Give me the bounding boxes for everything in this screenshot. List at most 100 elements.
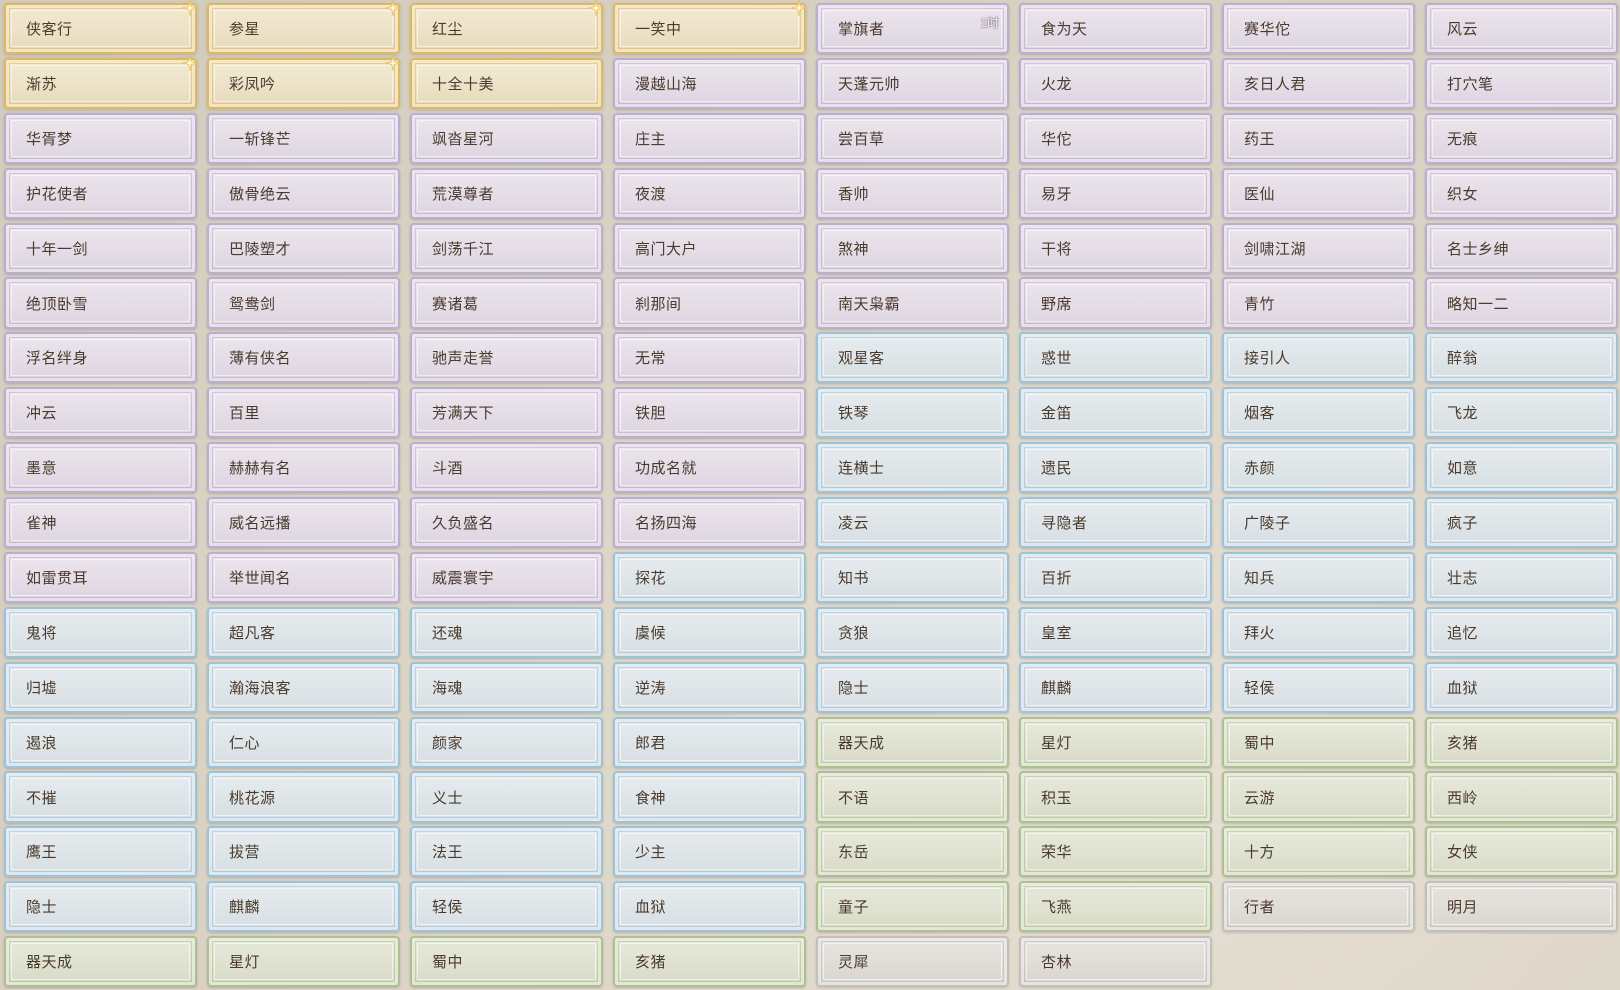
title-card[interactable]: 功成名就 (613, 442, 806, 494)
title-card[interactable]: 十全十美 (410, 57, 603, 109)
title-card[interactable]: 威震寰宇 (410, 551, 603, 603)
title-card[interactable]: 遏浪 (4, 716, 197, 768)
title-card[interactable]: 醉翁 (1425, 332, 1618, 384)
title-card[interactable]: 拔营 (207, 826, 400, 878)
title-card[interactable]: 蜀中 (410, 936, 603, 988)
title-card[interactable]: 归墟 (4, 661, 197, 713)
title-card[interactable]: 探花 (613, 551, 806, 603)
title-card[interactable]: 桃花源 (207, 771, 400, 823)
title-card[interactable]: 颜家 (410, 716, 603, 768)
title-card[interactable]: 荣华 (1019, 826, 1212, 878)
title-card[interactable]: 华胥梦 (4, 112, 197, 164)
title-card[interactable]: 隐士 (4, 881, 197, 933)
title-card[interactable]: 久负盛名 (410, 497, 603, 549)
title-card[interactable]: 广陵子 (1222, 497, 1415, 549)
title-card[interactable]: 名士乡绅 (1425, 222, 1618, 274)
title-card[interactable]: 血狱 (613, 881, 806, 933)
title-card[interactable]: 冲云 (4, 387, 197, 439)
title-card[interactable]: 追忆 (1425, 606, 1618, 658)
title-card[interactable]: 一笑中 (613, 0, 808, 55)
title-card[interactable]: 还魂 (410, 606, 603, 658)
title-card[interactable]: 壮志 (1425, 551, 1618, 603)
title-card[interactable]: 百折 (1019, 551, 1212, 603)
title-card[interactable]: 夜渡 (613, 167, 806, 219)
title-card[interactable]: 超凡客 (207, 606, 400, 658)
title-card[interactable]: 寻隐者 (1019, 497, 1212, 549)
title-card[interactable]: 仁心 (207, 716, 400, 768)
title-card[interactable]: 连横士 (816, 442, 1009, 494)
title-card[interactable]: 煞神 (816, 222, 1009, 274)
title-card[interactable]: 庄主 (613, 112, 806, 164)
title-card[interactable]: 亥日人君 (1222, 57, 1415, 109)
title-card[interactable]: 贪狼 (816, 606, 1009, 658)
title-card[interactable]: 女侠 (1425, 826, 1618, 878)
title-card[interactable]: 荒漠尊者 (410, 167, 603, 219)
title-card[interactable]: 疯子 (1425, 497, 1618, 549)
title-card[interactable]: 绝顶卧雪 (4, 277, 197, 329)
title-card[interactable]: 海魂 (410, 661, 603, 713)
title-card[interactable]: 赤颜 (1222, 442, 1415, 494)
title-card[interactable]: 星灯 (1019, 716, 1212, 768)
title-card[interactable]: 野席 (1019, 277, 1212, 329)
title-card[interactable]: 侠客行 (4, 0, 199, 55)
title-card[interactable]: 赛华佗 (1222, 3, 1415, 55)
title-card[interactable]: 如雷贯耳 (4, 551, 197, 603)
title-card[interactable]: 轻侯 (1222, 661, 1415, 713)
title-card[interactable]: 拜火 (1222, 606, 1415, 658)
title-card[interactable]: 惑世 (1019, 332, 1212, 384)
title-card[interactable]: 赫赫有名 (207, 442, 400, 494)
title-card[interactable]: 无常 (613, 332, 806, 384)
title-card[interactable]: 凌云 (816, 497, 1009, 549)
title-card[interactable]: 彩凤吟 (207, 54, 402, 109)
title-card[interactable]: 织女 (1425, 167, 1618, 219)
title-card[interactable]: 东岳 (816, 826, 1009, 878)
title-card[interactable]: 杏林 (1019, 936, 1212, 988)
title-card[interactable]: 举世闻名 (207, 551, 400, 603)
title-card[interactable]: 百里 (207, 387, 400, 439)
title-card[interactable]: 皇室 (1019, 606, 1212, 658)
title-card[interactable]: 香帅 (816, 167, 1009, 219)
title-card[interactable]: 飞龙 (1425, 387, 1618, 439)
title-card[interactable]: 药王 (1222, 112, 1415, 164)
title-card[interactable]: 如意 (1425, 442, 1618, 494)
title-card[interactable]: 掌旗者 1时 (816, 3, 1009, 55)
title-card[interactable]: 南天枭霸 (816, 277, 1009, 329)
title-card[interactable]: 渐苏 (4, 54, 199, 109)
title-card[interactable]: 雀神 (4, 497, 197, 549)
title-card[interactable]: 义士 (410, 771, 603, 823)
title-card[interactable]: 器天成 (4, 936, 197, 988)
title-card[interactable]: 易牙 (1019, 167, 1212, 219)
title-card[interactable]: 星灯 (207, 936, 400, 988)
title-card[interactable]: 飞燕 (1019, 881, 1212, 933)
title-card[interactable]: 略知一二 (1425, 277, 1618, 329)
title-card[interactable]: 瀚海浪客 (207, 661, 400, 713)
title-card[interactable]: 华佗 (1019, 112, 1212, 164)
title-card[interactable]: 火龙 (1019, 57, 1212, 109)
title-card[interactable]: 无痕 (1425, 112, 1618, 164)
title-card[interactable]: 不摧 (4, 771, 197, 823)
title-card[interactable]: 麒麟 (1019, 661, 1212, 713)
title-card[interactable]: 尝百草 (816, 112, 1009, 164)
title-card[interactable]: 食为天 (1019, 3, 1212, 55)
title-card[interactable]: 剑啸江湖 (1222, 222, 1415, 274)
title-card[interactable]: 知书 (816, 551, 1009, 603)
title-card[interactable]: 威名远播 (207, 497, 400, 549)
title-card[interactable]: 浮名绊身 (4, 332, 197, 384)
title-card[interactable]: 护花使者 (4, 167, 197, 219)
title-card[interactable]: 明月 (1425, 881, 1618, 933)
title-card[interactable]: 不语 (816, 771, 1009, 823)
title-card[interactable]: 斗酒 (410, 442, 603, 494)
title-card[interactable]: 亥猪 (1425, 716, 1618, 768)
title-card[interactable]: 红尘 (410, 0, 605, 55)
title-card[interactable]: 逆涛 (613, 661, 806, 713)
title-card[interactable]: 郎君 (613, 716, 806, 768)
title-card[interactable]: 知兵 (1222, 551, 1415, 603)
title-card[interactable]: 天蓬元帅 (816, 57, 1009, 109)
title-card[interactable]: 器天成 (816, 716, 1009, 768)
title-card[interactable]: 驰声走誉 (410, 332, 603, 384)
title-card[interactable]: 十年一剑 (4, 222, 197, 274)
title-card[interactable]: 遗民 (1019, 442, 1212, 494)
title-card[interactable]: 打穴笔 (1425, 57, 1618, 109)
title-card[interactable]: 高门大户 (613, 222, 806, 274)
title-card[interactable]: 积玉 (1019, 771, 1212, 823)
